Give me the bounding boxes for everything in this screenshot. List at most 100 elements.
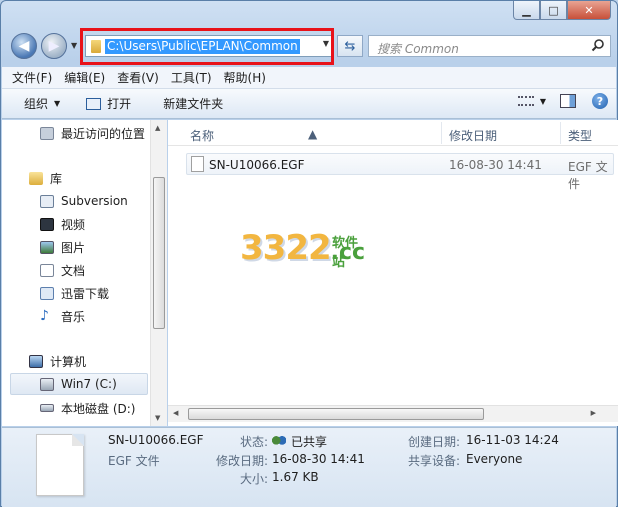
caption-buttons: ▁ □ ✕	[513, 1, 611, 20]
nav-item-label: 迅雷下载	[61, 286, 110, 301]
document-icon	[40, 263, 54, 277]
recent-pages-dropdown[interactable]: ▼	[71, 41, 77, 50]
recent-places-icon	[40, 126, 54, 140]
open-label: 打开	[107, 97, 132, 111]
scrollbar-thumb[interactable]	[188, 408, 484, 420]
details-shared-value: Everyone	[466, 452, 523, 466]
refresh-button[interactable]: ⇆	[337, 35, 363, 57]
organize-button[interactable]: 组织 ▼	[18, 93, 66, 115]
column-header-type[interactable]: 类型	[568, 127, 592, 144]
library-icon	[29, 171, 43, 185]
help-icon[interactable]: ?	[592, 93, 608, 109]
nav-item-libraries[interactable]: 库	[29, 167, 62, 189]
details-created-value: 16-11-03 14:24	[466, 433, 559, 447]
watermark-number: 3322	[240, 228, 332, 268]
search-placeholder: 搜索 Common	[377, 42, 459, 56]
forward-button[interactable]: ▶	[41, 33, 67, 59]
sort-indicator-icon: ▲	[308, 127, 318, 141]
nav-item-label: Subversion	[61, 194, 128, 208]
search-box[interactable]: 搜索 Common	[368, 35, 611, 57]
music-note-icon: ♪	[40, 307, 49, 324]
column-header-name[interactable]: 名称	[190, 127, 214, 144]
nav-item-documents[interactable]: 文档	[40, 259, 85, 281]
picture-icon	[40, 240, 54, 254]
menu-edit[interactable]: 编辑(E)	[64, 69, 105, 86]
new-folder-button[interactable]: 新建文件夹	[157, 93, 229, 115]
shared-users-icon	[272, 436, 286, 447]
dropdown-arrow-icon: ▼	[539, 96, 546, 106]
file-modified: 16-08-30 14:41	[449, 158, 542, 172]
nav-item-computer[interactable]: 计算机	[29, 350, 86, 372]
refresh-icon: ⇆	[344, 38, 356, 54]
close-button[interactable]: ✕	[567, 1, 611, 20]
details-modified-value: 16-08-30 14:41	[272, 452, 365, 466]
download-folder-icon	[40, 286, 54, 300]
view-details-icon	[517, 96, 534, 106]
file-icon	[191, 156, 204, 172]
navigation-scrollbar[interactable]: ▲ ▼	[150, 120, 167, 426]
details-file-type: EGF 文件	[108, 454, 160, 468]
nav-item-label: 文档	[61, 263, 86, 278]
details-status-value: 已共享	[272, 433, 327, 450]
address-bar[interactable]: C:\Users\Public\EPLAN\Common ▼	[80, 28, 334, 65]
details-pane: SN-U10066.EGF EGF 文件 状态: 已共享 修改日期: 16-08…	[2, 427, 616, 507]
search-icon[interactable]	[591, 38, 605, 52]
scroll-left-arrow-icon[interactable]: ◀	[173, 409, 178, 417]
annotation-highlight-box	[80, 28, 334, 65]
dropdown-arrow-icon: ▼	[54, 99, 61, 108]
minimize-button[interactable]: ▁	[513, 1, 540, 20]
command-bar: 组织 ▼ 打开 新建文件夹 ▼ ?	[2, 89, 616, 119]
nav-item-label: 图片	[61, 240, 86, 255]
new-folder-label: 新建文件夹	[163, 97, 224, 111]
column-header-modified[interactable]: 修改日期	[449, 127, 497, 144]
maximize-button[interactable]: □	[540, 1, 567, 20]
arrow-right-icon: ▶	[48, 38, 60, 54]
details-status-label: 状态:	[240, 435, 269, 449]
scroll-down-arrow-icon[interactable]: ▼	[155, 414, 160, 422]
open-button[interactable]: 打开	[80, 93, 137, 115]
preview-pane-icon[interactable]	[560, 94, 576, 108]
nav-item-pictures[interactable]: 图片	[40, 236, 85, 258]
scroll-up-arrow-icon[interactable]: ▲	[155, 124, 160, 132]
scroll-right-arrow-icon[interactable]: ▶	[591, 409, 596, 417]
nav-item-drive-c[interactable]: Win7 (C:)	[10, 373, 148, 395]
computer-icon	[29, 354, 43, 368]
nav-item-subversion[interactable]: Subversion	[40, 190, 128, 212]
back-button[interactable]: ◀	[11, 33, 37, 59]
menu-tools[interactable]: 工具(T)	[171, 69, 212, 86]
details-size-value: 1.67 KB	[272, 470, 319, 484]
column-headers: ▲ 名称 修改日期 类型	[168, 120, 618, 146]
watermark-logo: 3322.cc 软件站	[240, 228, 365, 270]
open-icon	[86, 97, 102, 110]
file-name: SN-U10066.EGF	[209, 158, 305, 172]
drive-icon	[40, 404, 54, 412]
details-size-label: 大小:	[240, 472, 269, 486]
nav-item-videos[interactable]: 视频	[40, 213, 85, 235]
navigation-pane: 最近访问的位置 库 Subversion 视频 图片 文档 迅雷下载 ♪ 音乐	[2, 120, 167, 426]
explorer-window: ▁ □ ✕ ◀ ▶ ▼ C:\Users\Public\EPLAN\Common…	[0, 0, 618, 507]
file-list: ▲ 名称 修改日期 类型 SN-U10066.EGF 16-08-30 14:4…	[168, 120, 618, 426]
file-type: EGF 文件	[568, 160, 608, 191]
details-file-name: SN-U10066.EGF	[108, 433, 204, 447]
nav-item-label: 音乐	[61, 309, 86, 324]
nav-item-label: 计算机	[50, 354, 87, 369]
video-icon	[40, 217, 54, 231]
scrollbar-thumb[interactable]	[153, 177, 165, 329]
watermark-site: 软件站	[332, 236, 359, 270]
nav-item-recent[interactable]: 最近访问的位置	[40, 122, 145, 144]
drive-windows-icon	[40, 377, 54, 391]
menu-file[interactable]: 文件(F)	[12, 69, 52, 86]
nav-item-thunder[interactable]: 迅雷下载	[40, 282, 109, 304]
navigation-row: ◀ ▶ ▼ C:\Users\Public\EPLAN\Common ▼ ⇆ 搜…	[9, 28, 611, 65]
menu-view[interactable]: 查看(V)	[117, 69, 159, 86]
change-view-button[interactable]: ▼	[517, 96, 546, 106]
nav-item-label: Win7 (C:)	[61, 377, 117, 391]
file-row[interactable]: SN-U10066.EGF 16-08-30 14:41 EGF 文件	[186, 153, 614, 191]
menu-help[interactable]: 帮助(H)	[224, 69, 266, 86]
nav-item-music[interactable]: ♪ 音乐	[40, 305, 85, 327]
nav-item-label: 视频	[61, 217, 86, 232]
nav-item-drive-d[interactable]: 本地磁盘 (D:)	[40, 397, 135, 419]
nav-item-label: 库	[50, 171, 63, 186]
horizontal-scrollbar[interactable]: ◀ ▶	[168, 405, 618, 422]
nav-item-label: 本地磁盘 (D:)	[61, 401, 136, 416]
